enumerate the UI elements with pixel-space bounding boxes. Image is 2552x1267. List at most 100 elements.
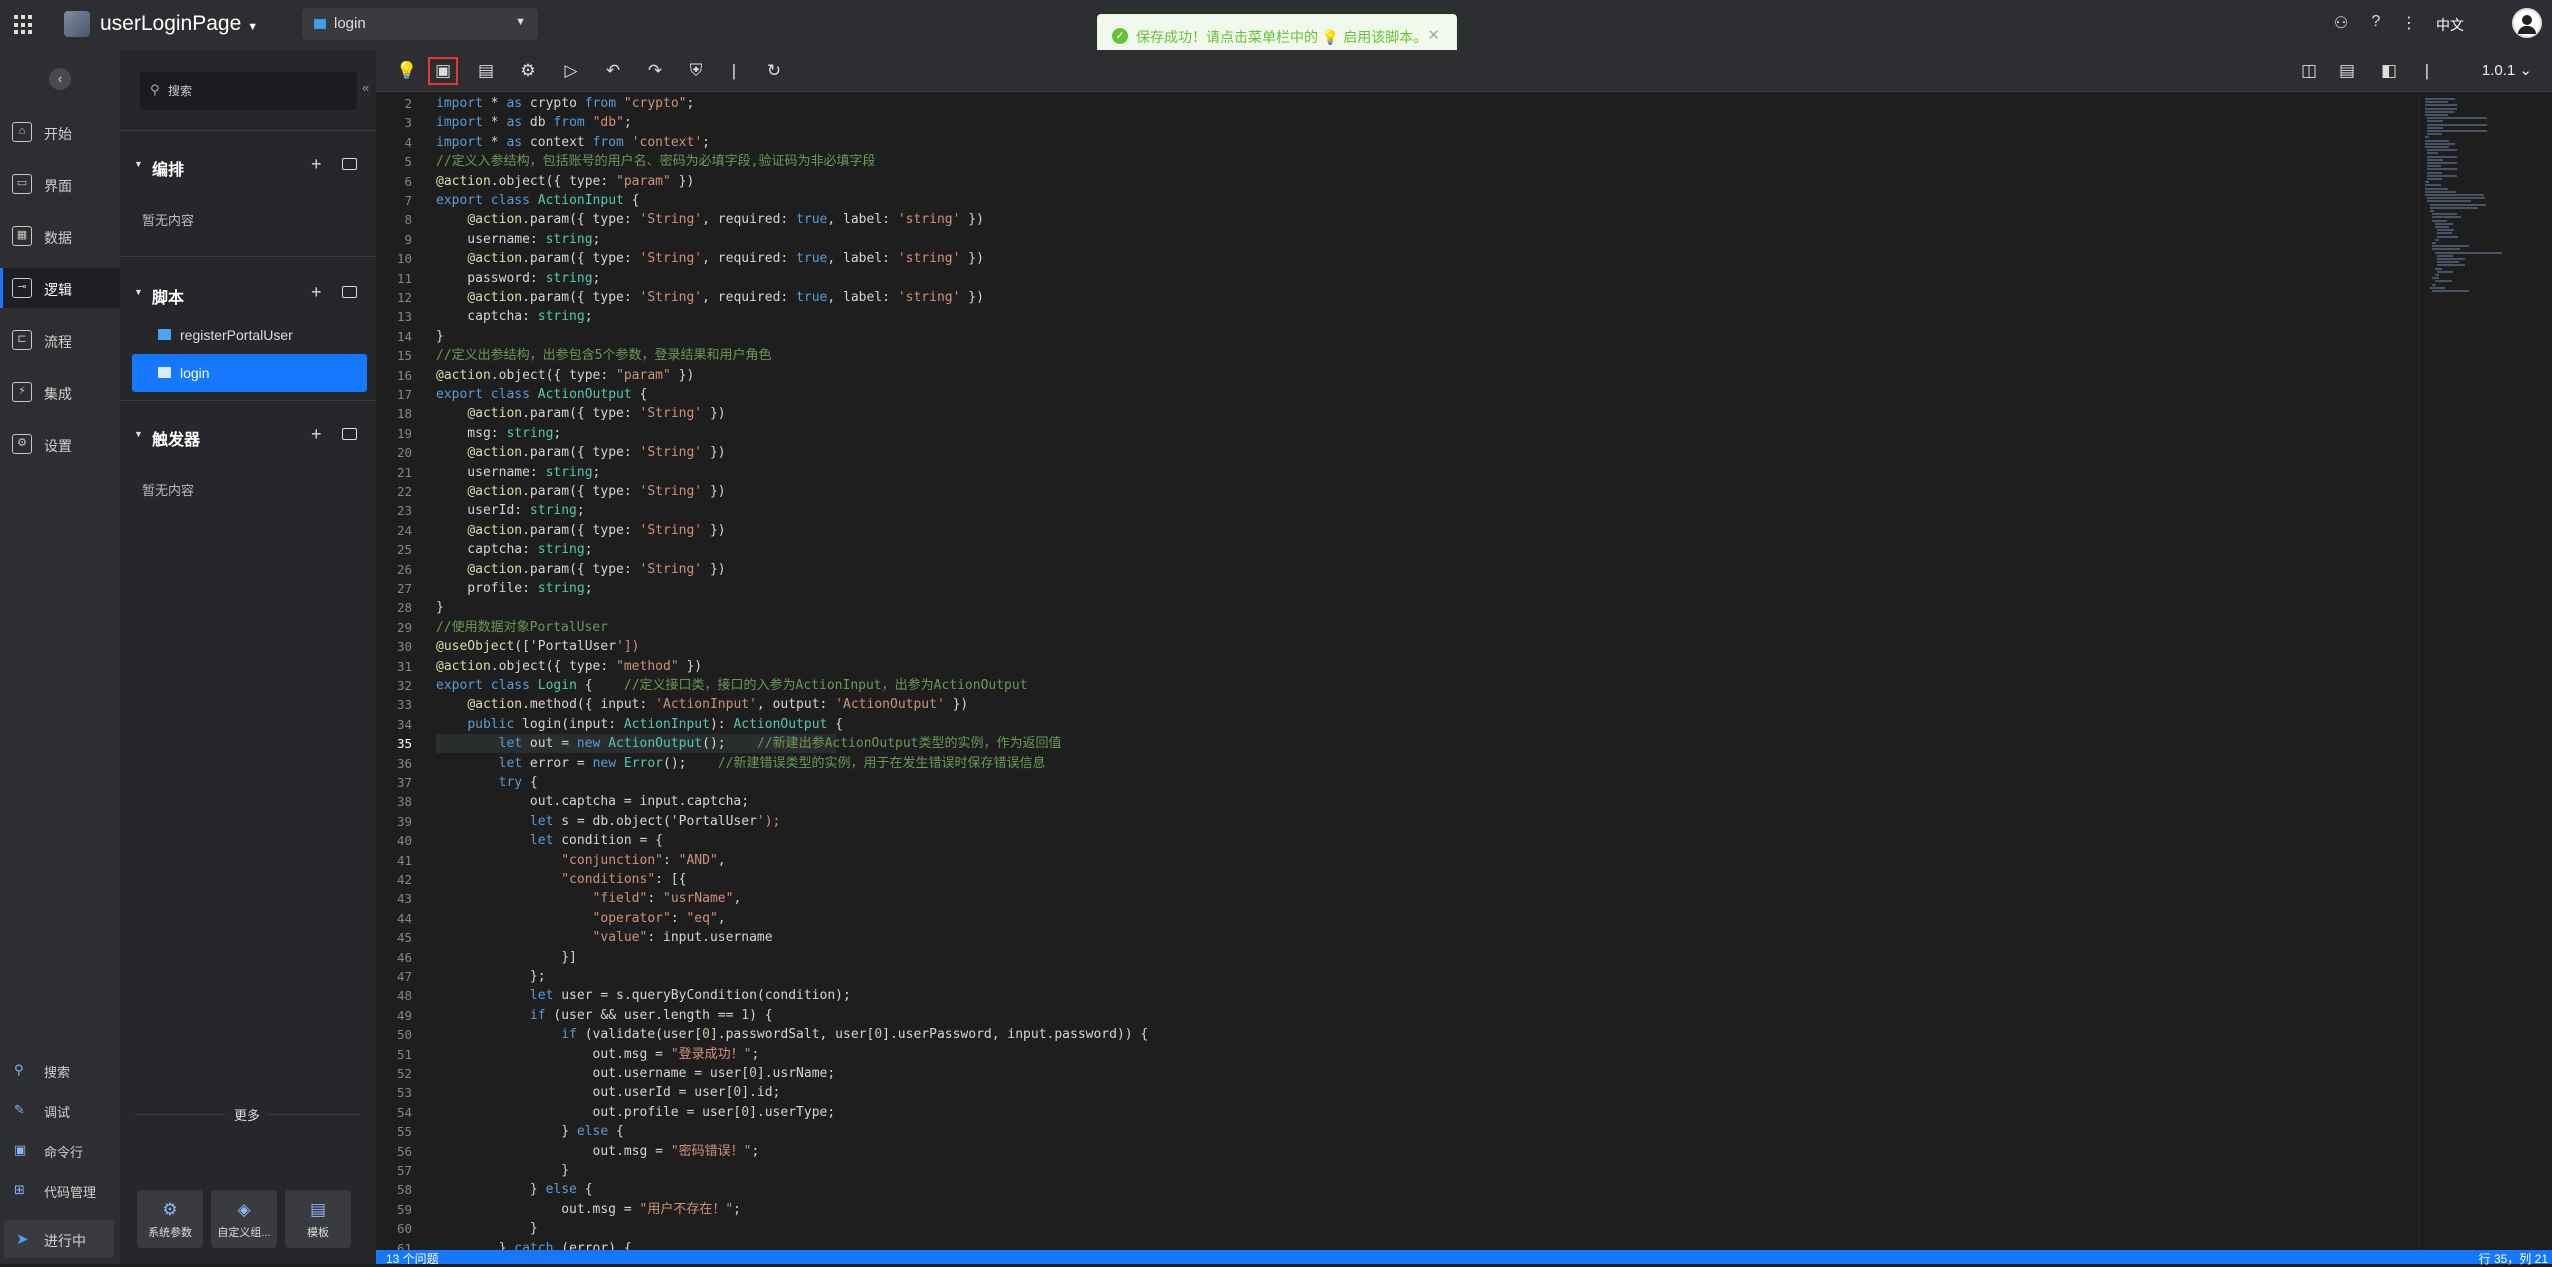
- folder-icon[interactable]: [342, 286, 357, 298]
- redo-icon[interactable]: ↷: [640, 57, 670, 85]
- language-switch[interactable]: 中文: [2436, 15, 2464, 35]
- code-line[interactable]: import * as db from "db";: [436, 113, 632, 132]
- nav-bottom-code-management[interactable]: ⊞ 代码管理: [0, 1174, 120, 1204]
- code-line[interactable]: //定义出参结构，出参包含5个参数，登录结果和用户角色: [436, 346, 771, 365]
- code-line[interactable]: @action.param({ type: 'String' }): [436, 521, 725, 540]
- code-line[interactable]: let condition = {: [436, 831, 663, 850]
- apps-grid-icon[interactable]: [14, 15, 34, 35]
- scrollbar[interactable]: [2545, 92, 2552, 1250]
- code-line[interactable]: captcha: string;: [436, 540, 592, 559]
- script-item-registerportaluser[interactable]: registerPortalUser: [132, 316, 367, 354]
- code-line[interactable]: export class ActionInput {: [436, 191, 640, 210]
- search-input[interactable]: [168, 80, 348, 102]
- code-line[interactable]: if (user && user.length == 1) {: [436, 1006, 773, 1025]
- code-line[interactable]: out.username = user[0].usrName;: [436, 1064, 836, 1083]
- caret-down-icon[interactable]: ▼: [134, 159, 143, 169]
- code-line[interactable]: out.msg = "登录成功！";: [436, 1045, 760, 1064]
- code-line[interactable]: username: string;: [436, 230, 600, 249]
- code-line[interactable]: }: [436, 1161, 569, 1180]
- code-line[interactable]: import * as context from 'context';: [436, 133, 710, 152]
- nav-item-settings[interactable]: ⚙ 设置: [0, 424, 120, 464]
- code-line[interactable]: export class ActionOutput {: [436, 385, 647, 404]
- code-line[interactable]: out.captcha = input.captcha;: [436, 792, 749, 811]
- nav-item-data[interactable]: ▦ 数据: [0, 216, 120, 256]
- code-line[interactable]: @action.param({ type: 'String' }): [436, 482, 725, 501]
- save-as-icon[interactable]: ▤: [471, 57, 501, 85]
- save-icon[interactable]: ▣: [428, 57, 458, 85]
- code-line[interactable]: @action.object({ type: "param" }): [436, 172, 694, 191]
- code-line[interactable]: password: string;: [436, 269, 600, 288]
- version-selector[interactable]: 1.0.1 ⌄: [2482, 61, 2532, 79]
- code-line[interactable]: let error = new Error(); //新建错误类型的实例，用于在…: [436, 754, 1046, 773]
- code-line[interactable]: captcha: string;: [436, 307, 592, 326]
- undo-icon[interactable]: ↶: [598, 57, 628, 85]
- code-line[interactable]: msg: string;: [436, 424, 561, 443]
- nav-bottom-search[interactable]: ⚲ 搜索: [0, 1054, 120, 1084]
- code-line[interactable]: if (validate(user[0].passwordSalt, user[…: [436, 1025, 1148, 1044]
- collapse-panel-icon[interactable]: «: [362, 80, 369, 95]
- folder-icon[interactable]: [342, 428, 357, 440]
- minimap[interactable]: [2418, 92, 2552, 1250]
- tool-system-params[interactable]: ⚙ 系统参数: [137, 1190, 203, 1248]
- code-line[interactable]: //使用数据对象PortalUser: [436, 618, 608, 637]
- run-status-button[interactable]: ➤ 进行中: [4, 1220, 114, 1258]
- collapse-nav-button[interactable]: ‹: [49, 68, 71, 90]
- code-line[interactable]: let out = new ActionOutput(); //新建出参Acti…: [436, 734, 1062, 753]
- add-icon[interactable]: +: [311, 154, 322, 175]
- settings-icon[interactable]: ⚙: [513, 57, 543, 85]
- play-icon[interactable]: ▷: [556, 57, 586, 85]
- folder-icon[interactable]: [342, 158, 357, 170]
- code-line[interactable]: try {: [436, 773, 538, 792]
- code-line[interactable]: "field": "usrName",: [436, 889, 742, 908]
- avatar[interactable]: [2512, 8, 2542, 38]
- split-view-icon[interactable]: ◫: [2294, 57, 2324, 85]
- code-line[interactable]: @useObject(['PortalUser']): [436, 637, 640, 656]
- code-line[interactable]: out.profile = user[0].userType;: [436, 1103, 836, 1122]
- nav-bottom-debug[interactable]: ✎ 调试: [0, 1094, 120, 1124]
- code-line[interactable]: @action.param({ type: 'String' }): [436, 404, 725, 423]
- search-box[interactable]: ⚲: [140, 72, 357, 110]
- code-line[interactable]: "value": input.username: [436, 928, 773, 947]
- code-line[interactable]: }: [436, 1219, 538, 1238]
- code-line[interactable]: } catch (error) {: [436, 1239, 632, 1250]
- document-icon[interactable]: ▤: [2332, 57, 2362, 85]
- code-line[interactable]: username: string;: [436, 463, 600, 482]
- code-line[interactable]: @action.param({ type: 'String', required…: [436, 210, 984, 229]
- code-line[interactable]: }: [436, 327, 444, 346]
- caret-down-icon[interactable]: ▼: [134, 287, 143, 297]
- code-line[interactable]: };: [436, 967, 546, 986]
- code-line[interactable]: let user = s.queryByCondition(condition)…: [436, 986, 851, 1005]
- problems-count[interactable]: 13 个问题: [386, 1250, 439, 1267]
- layout-icon[interactable]: ◧: [2374, 57, 2404, 85]
- code-line[interactable]: "conjunction": "AND",: [436, 851, 725, 870]
- code-line[interactable]: } else {: [436, 1122, 624, 1141]
- code-line[interactable]: out.userId = user[0].id;: [436, 1083, 781, 1102]
- code-line[interactable]: export class Login { //定义接口类，接口的入参为Actio…: [436, 676, 1028, 695]
- app-title-dropdown[interactable]: userLoginPage ▼: [100, 12, 258, 36]
- add-icon[interactable]: +: [311, 282, 322, 303]
- code-line[interactable]: "operator": "eq",: [436, 909, 726, 928]
- close-icon[interactable]: ✕: [1427, 26, 1440, 44]
- code-line[interactable]: } else {: [436, 1180, 593, 1199]
- code-line[interactable]: out.msg = "密码错误！";: [436, 1142, 760, 1161]
- nav-item-flow[interactable]: ⊏ 流程: [0, 320, 120, 360]
- help-icon[interactable]: ?: [2365, 13, 2387, 35]
- code-line[interactable]: @action.param({ type: 'String', required…: [436, 249, 984, 268]
- code-line[interactable]: }]: [436, 948, 577, 967]
- users-icon[interactable]: ⚇: [2330, 13, 2352, 35]
- code-line[interactable]: profile: string;: [436, 579, 592, 598]
- lightbulb-icon[interactable]: 💡: [392, 57, 422, 85]
- code-line[interactable]: public login(input: ActionInput): Action…: [436, 715, 843, 734]
- nav-item-ui[interactable]: ▭ 界面: [0, 164, 120, 204]
- page-selector[interactable]: login ▼: [302, 8, 538, 40]
- code-line[interactable]: @action.object({ type: "param" }): [436, 366, 694, 385]
- code-editor[interactable]: 2 3 4 5 6 7 8 9 10 11 12 13 14 15 16 17 18 19 20 21 22 23 24 25…: [376, 92, 2418, 1250]
- code-line[interactable]: @action.param({ type: 'String' }): [436, 443, 725, 462]
- nav-item-integration[interactable]: ⚡ 集成: [0, 372, 120, 412]
- code-line[interactable]: import * as crypto from "crypto";: [436, 94, 694, 113]
- code-line[interactable]: let s = db.object('PortalUser');: [436, 812, 780, 831]
- tool-custom-component[interactable]: ◈ 自定义组...: [211, 1190, 277, 1248]
- script-item-login[interactable]: login: [132, 354, 367, 392]
- code-line[interactable]: @action.object({ type: "method" }): [436, 657, 702, 676]
- refresh-icon[interactable]: ↻: [759, 57, 789, 85]
